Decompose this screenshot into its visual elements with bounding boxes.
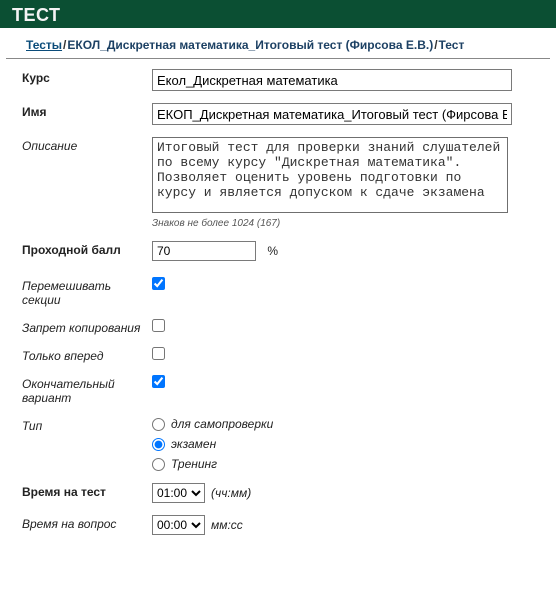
- question-time-suffix: мм:сс: [211, 518, 243, 532]
- breadcrumb-item-2: Тест: [439, 38, 465, 52]
- label-forward-only: Только вперед: [22, 347, 152, 363]
- label-course: Курс: [22, 69, 152, 85]
- label-type: Тип: [22, 417, 152, 433]
- test-form: Курс Имя Описание Итоговый тест для пров…: [0, 63, 556, 535]
- breadcrumb: Тесты/ЕКОЛ_Дискретная математика_Итоговы…: [6, 28, 550, 59]
- shuffle-sections-checkbox[interactable]: [152, 277, 165, 290]
- type-radio-training-label: Тренинг: [171, 457, 217, 471]
- type-radio-training[interactable]: [152, 458, 165, 471]
- pass-score-suffix: %: [267, 244, 278, 258]
- no-copy-checkbox[interactable]: [152, 319, 165, 332]
- type-radio-exam[interactable]: [152, 438, 165, 451]
- label-shuffle: Перемешивать секции: [22, 277, 152, 307]
- label-name: Имя: [22, 103, 152, 119]
- label-pass-score: Проходной балл: [22, 241, 152, 257]
- name-input[interactable]: [152, 103, 512, 125]
- question-time-select[interactable]: 00:00: [152, 515, 205, 535]
- label-no-copy: Запрет копирования: [22, 319, 152, 335]
- forward-only-checkbox[interactable]: [152, 347, 165, 360]
- pass-score-input[interactable]: [152, 241, 256, 261]
- label-question-time: Время на вопрос: [22, 515, 152, 531]
- type-radio-self[interactable]: [152, 418, 165, 431]
- breadcrumb-item-1: ЕКОЛ_Дискретная математика_Итоговый тест…: [67, 38, 433, 52]
- test-time-select[interactable]: 01:00: [152, 483, 205, 503]
- description-hint: Знаков не более 1024 (167): [152, 218, 546, 229]
- label-description: Описание: [22, 137, 152, 153]
- final-variant-checkbox[interactable]: [152, 375, 165, 388]
- breadcrumb-root-link[interactable]: Тесты: [26, 38, 62, 52]
- titlebar: Тест: [0, 0, 556, 28]
- type-radio-self-label: для самопроверки: [171, 417, 273, 431]
- test-time-suffix: (чч:мм): [211, 486, 251, 500]
- page-title: Тест: [12, 5, 61, 28]
- type-radio-exam-label: экзамен: [171, 437, 216, 451]
- label-final-variant: Окончательный вариант: [22, 375, 152, 405]
- course-input[interactable]: [152, 69, 512, 91]
- description-textarea[interactable]: Итоговый тест для проверки знаний слушат…: [152, 137, 508, 213]
- label-test-time: Время на тест: [22, 483, 152, 499]
